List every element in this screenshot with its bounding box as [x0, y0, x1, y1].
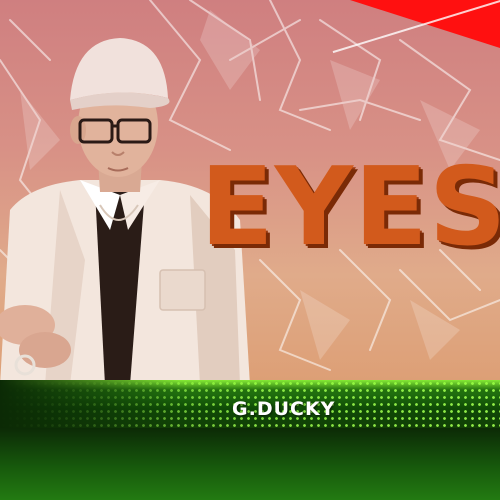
banner-shadow — [0, 380, 180, 428]
artist-name: G.DUCKY — [232, 398, 336, 420]
footer-gradient — [0, 428, 500, 500]
song-title: EYES — [200, 148, 500, 268]
album-cover: EYES G.DUCKY — [0, 0, 500, 500]
